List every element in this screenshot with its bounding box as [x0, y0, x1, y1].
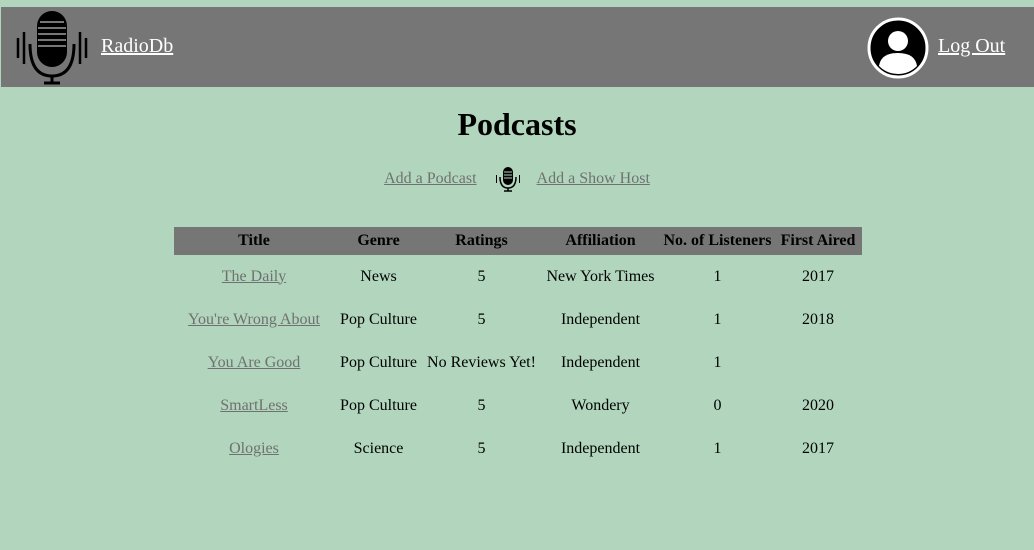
column-header-ratings: Ratings [423, 227, 540, 255]
podcast-title-link[interactable]: SmartLess [220, 397, 288, 414]
first-aired-cell: 2020 [802, 396, 834, 414]
ratings-cell: 5 [477, 439, 486, 457]
podcast-title-link[interactable]: You Are Good [208, 354, 301, 371]
page-actions: Add a Podcast Add a Show Host [0, 166, 1034, 192]
navbar: RadioDb Log Out [1, 7, 1034, 87]
ratings-cell: 5 [477, 396, 486, 414]
column-header-genre: Genre [334, 227, 423, 255]
top-strip [0, 0, 1034, 7]
genre-cell: News [360, 267, 397, 285]
add-podcast-link[interactable]: Add a Podcast [384, 170, 476, 188]
brand-link[interactable]: RadioDb [101, 35, 173, 58]
column-header-first-aired: First Aired [774, 227, 862, 255]
listeners-cell: 1 [713, 310, 722, 328]
title-cell: Ologies [174, 427, 334, 470]
table-row: Ologies Science 5 Independent 1 2017 [174, 427, 862, 470]
genre-cell: Science [353, 439, 404, 457]
ratings-cell: 5 [477, 310, 486, 328]
microphone-icon [495, 167, 520, 192]
affiliation-cell: Wondery [571, 396, 630, 414]
listeners-cell: 0 [713, 396, 722, 414]
affiliation-cell: Independent [560, 439, 641, 457]
affiliation-cell: Independent [560, 310, 641, 328]
table-row: You're Wrong About Pop Culture 5 Indepen… [174, 298, 862, 341]
genre-cell: Pop Culture [340, 353, 417, 371]
add-show-host-link[interactable]: Add a Show Host [537, 170, 650, 188]
user-avatar-icon[interactable] [867, 17, 929, 79]
column-header-listeners: No. of Listeners [661, 227, 774, 255]
podcast-title-link[interactable]: You're Wrong About [188, 311, 320, 328]
podcasts-table: Title Genre Ratings Affiliation No. of L… [174, 227, 862, 470]
title-cell: You Are Good [174, 341, 334, 384]
title-cell: SmartLess [174, 384, 334, 427]
table-row: SmartLess Pop Culture 5 Wondery 0 2020 [174, 384, 862, 427]
logout-link[interactable]: Log Out [938, 35, 1005, 58]
page-title: Podcasts [457, 106, 577, 142]
podcast-title-link[interactable]: Ologies [229, 440, 279, 457]
genre-cell: Pop Culture [340, 310, 417, 328]
listeners-cell: 1 [713, 267, 722, 285]
listeners-cell: 1 [713, 439, 722, 457]
affiliation-cell: New York Times [546, 267, 655, 285]
ratings-cell: No Reviews Yet! [427, 353, 536, 371]
affiliation-cell: Independent [560, 353, 641, 371]
first-aired-cell: 2018 [802, 310, 834, 328]
first-aired-cell: 2017 [802, 267, 834, 285]
title-cell: You're Wrong About [174, 298, 334, 341]
column-header-title: Title [174, 227, 334, 255]
first-aired-cell: 2017 [802, 439, 834, 457]
genre-cell: Pop Culture [340, 396, 417, 414]
podcast-title-link[interactable]: The Daily [222, 268, 286, 285]
first-aired-cell [774, 341, 862, 384]
column-header-affiliation: Affiliation [540, 227, 661, 255]
ratings-cell: 5 [477, 267, 486, 285]
title-cell: The Daily [174, 255, 334, 298]
table-row: You Are Good Pop Culture No Reviews Yet!… [174, 341, 862, 384]
microphone-icon[interactable] [16, 10, 88, 86]
table-row: The Daily News 5 New York Times 1 2017 [174, 255, 862, 298]
listeners-cell: 1 [713, 353, 722, 371]
table-header-row: Title Genre Ratings Affiliation No. of L… [174, 227, 862, 255]
